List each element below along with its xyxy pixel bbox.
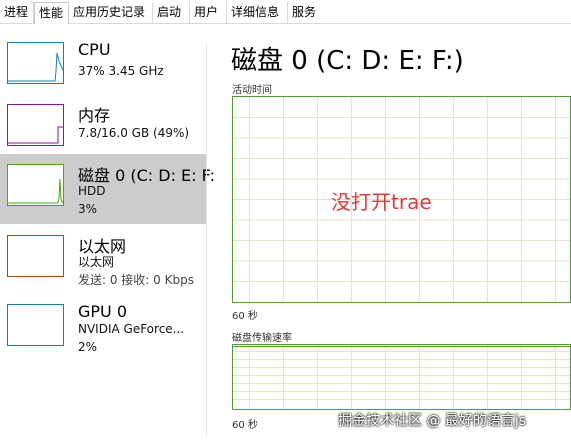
sidebar-item-detail: 37% 3.45 GHz <box>78 64 164 78</box>
disk-thumbnail-graph <box>7 164 64 206</box>
sidebar-item-detail: 以太网 <box>78 255 115 269</box>
transfer-rate-label: 磁盘传输速率 <box>232 333 292 344</box>
performance-sidebar: CPU 37% 3.45 GHz 内存 7.8/16.0 GB (49%) 磁盘… <box>0 24 215 442</box>
active-time-span-label: 60 秒 <box>232 311 258 322</box>
gpu-thumbnail-graph <box>7 304 64 346</box>
sidebar-item-label: 内存 <box>78 106 111 125</box>
tab-startup[interactable]: 启动 <box>153 2 190 23</box>
transfer-rate-span-label: 60 秒 <box>232 420 258 431</box>
sidebar-item-value: 2% <box>78 340 98 354</box>
active-time-label: 活动时间 <box>232 85 272 96</box>
annotation-text: 没打开trae <box>331 190 432 214</box>
sidebar-item-gpu[interactable]: GPU 0 NVIDIA GeForce... 2% <box>0 298 206 364</box>
watermark: 掘金技术社区 @ 最好的语言js <box>338 413 527 429</box>
tab-app-history[interactable]: 应用历史记录 <box>69 2 153 23</box>
sidebar-item-value: 发送: 0 接收: 0 Kbps <box>78 273 194 287</box>
tab-bar: 进程 性能 应用历史记录 启动 用户 详细信息 服务 <box>0 0 571 25</box>
sidebar-item-detail: HDD <box>78 184 106 198</box>
memory-thumbnail-graph <box>7 104 64 146</box>
sidebar-item-label: CPU <box>78 40 111 59</box>
sidebar-item-cpu[interactable]: CPU 37% 3.45 GHz <box>0 36 206 100</box>
page-title: 磁盘 0 (C: D: E: F:) <box>231 46 464 76</box>
sidebar-item-detail: NVIDIA GeForce... <box>78 322 185 336</box>
tab-details[interactable]: 详细信息 <box>227 2 288 23</box>
sidebar-divider <box>206 44 207 436</box>
ethernet-thumbnail-graph <box>7 235 64 277</box>
tab-processes[interactable]: 进程 <box>0 2 34 23</box>
tab-services[interactable]: 服务 <box>288 2 324 23</box>
sidebar-item-label: GPU 0 <box>78 302 128 321</box>
transfer-rate-graph <box>232 344 571 410</box>
sidebar-item-value: 3% <box>78 202 98 216</box>
sidebar-item-label: 磁盘 0 (C: D: E: F: <box>78 166 215 185</box>
cpu-thumbnail-graph <box>7 42 64 84</box>
transfer-rate-grid <box>233 345 570 409</box>
sidebar-item-disk[interactable]: 磁盘 0 (C: D: E: F: HDD 3% <box>0 154 215 224</box>
sidebar-item-ethernet[interactable]: 以太网 以太网 发送: 0 接收: 0 Kbps <box>0 229 206 295</box>
tab-users[interactable]: 用户 <box>190 2 227 23</box>
sidebar-item-detail: 7.8/16.0 GB (49%) <box>78 126 190 140</box>
tab-performance[interactable]: 性能 <box>34 2 69 25</box>
